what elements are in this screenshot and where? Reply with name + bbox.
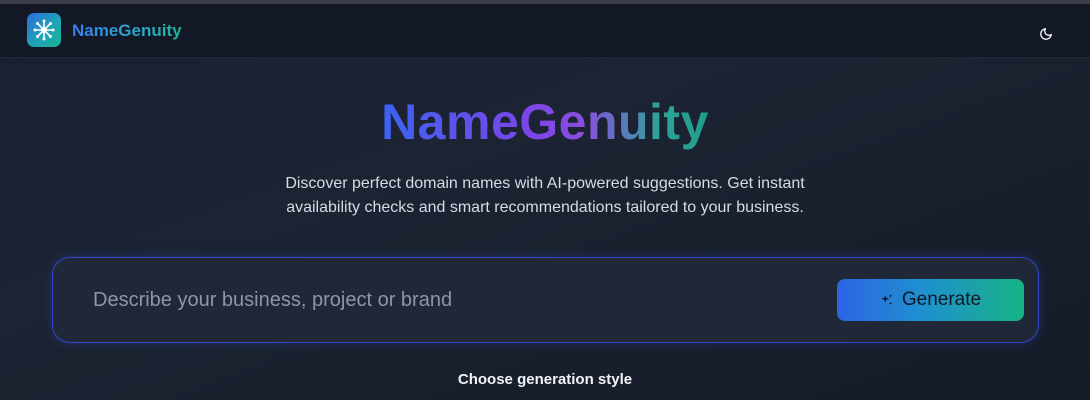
navbar: NameGenuity	[0, 4, 1090, 58]
theme-toggle-button[interactable]	[1034, 22, 1058, 46]
moon-icon	[1040, 28, 1052, 40]
network-hub-icon	[33, 19, 55, 41]
business-description-input[interactable]	[93, 283, 813, 317]
generate-button[interactable]: Generate	[837, 279, 1024, 321]
hero-title: NameGenuity	[381, 94, 709, 150]
hero-subtitle: Discover perfect domain names with AI-po…	[285, 175, 805, 216]
brand-name[interactable]: NameGenuity	[72, 21, 182, 41]
generation-style-heading: Choose generation style	[457, 371, 633, 388]
app-logo[interactable]	[27, 13, 61, 47]
sparkles-icon	[881, 294, 893, 305]
generate-button-label: Generate	[901, 289, 982, 310]
search-card: Generate	[52, 257, 1039, 343]
